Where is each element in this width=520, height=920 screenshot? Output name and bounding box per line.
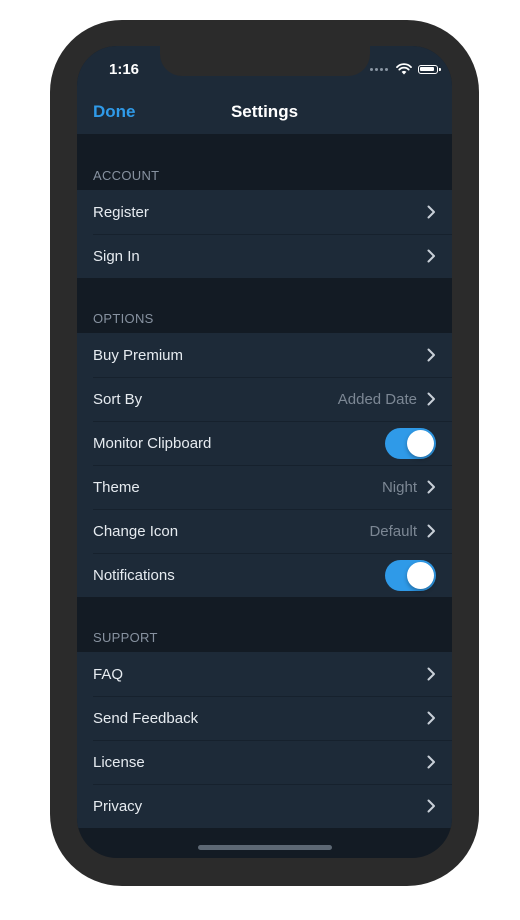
chevron-right-icon (427, 348, 435, 362)
row-label: Change Icon (93, 522, 179, 540)
theme-value: Night (381, 478, 417, 496)
battery-icon (418, 64, 441, 74)
row-label: Theme (93, 478, 140, 496)
section-header-options: OPTIONS (93, 311, 154, 326)
row-label: Register (93, 203, 149, 221)
row-label: Buy Premium (93, 346, 184, 364)
sign-in-row[interactable]: Sign In (77, 234, 452, 278)
chevron-right-icon (427, 755, 435, 769)
row-label: Notifications (93, 566, 175, 584)
monitor-clipboard-toggle[interactable] (385, 427, 436, 459)
toggle-knob (407, 429, 434, 457)
notifications-row: Notifications (77, 553, 452, 597)
row-label: Privacy (93, 797, 143, 815)
buy-premium-row[interactable]: Buy Premium (77, 333, 452, 377)
signal-icon (370, 67, 390, 71)
faq-row[interactable]: FAQ (77, 652, 452, 696)
chevron-right-icon (427, 205, 435, 219)
chevron-right-icon (427, 711, 435, 725)
options-group: Buy Premium Sort By Added Date Monitor C… (77, 333, 452, 597)
chevron-right-icon (427, 799, 435, 813)
navigation-bar: 1:16 Done Settings (77, 46, 452, 134)
row-label: Sign In (93, 247, 140, 265)
change-icon-value: Default (369, 522, 417, 540)
status-icons (370, 62, 441, 76)
row-label: Sort By (93, 390, 143, 408)
chevron-right-icon (427, 249, 435, 263)
row-label: Monitor Clipboard (93, 434, 212, 452)
privacy-row[interactable]: Privacy (77, 784, 452, 828)
settings-screen: 1:16 Done Settings ACCOUNT Register Sign… (77, 46, 452, 858)
device-notch (160, 46, 370, 76)
notifications-toggle[interactable] (385, 559, 436, 591)
chevron-right-icon (427, 392, 435, 406)
chevron-right-icon (427, 480, 435, 494)
sort-by-row[interactable]: Sort By Added Date (77, 377, 452, 421)
theme-row[interactable]: Theme Night (77, 465, 452, 509)
status-time: 1:16 (109, 61, 140, 78)
register-row[interactable]: Register (77, 190, 452, 234)
row-label: License (93, 753, 145, 771)
row-label: Send Feedback (93, 709, 199, 727)
account-group: Register Sign In (77, 190, 452, 278)
sort-by-value: Added Date (337, 390, 417, 408)
chevron-right-icon (427, 667, 435, 681)
monitor-clipboard-row: Monitor Clipboard (77, 421, 452, 465)
toggle-knob (407, 561, 434, 589)
wifi-icon (396, 63, 412, 75)
change-icon-row[interactable]: Change Icon Default (77, 509, 452, 553)
section-header-support: SUPPORT (93, 630, 158, 645)
home-indicator[interactable] (198, 845, 332, 850)
chevron-right-icon (427, 524, 435, 538)
row-label: FAQ (93, 665, 124, 683)
send-feedback-row[interactable]: Send Feedback (77, 696, 452, 740)
license-row[interactable]: License (77, 740, 452, 784)
support-group: FAQ Send Feedback License Privacy (77, 652, 452, 828)
page-title: Settings (230, 102, 299, 121)
section-header-account: ACCOUNT (93, 168, 160, 183)
